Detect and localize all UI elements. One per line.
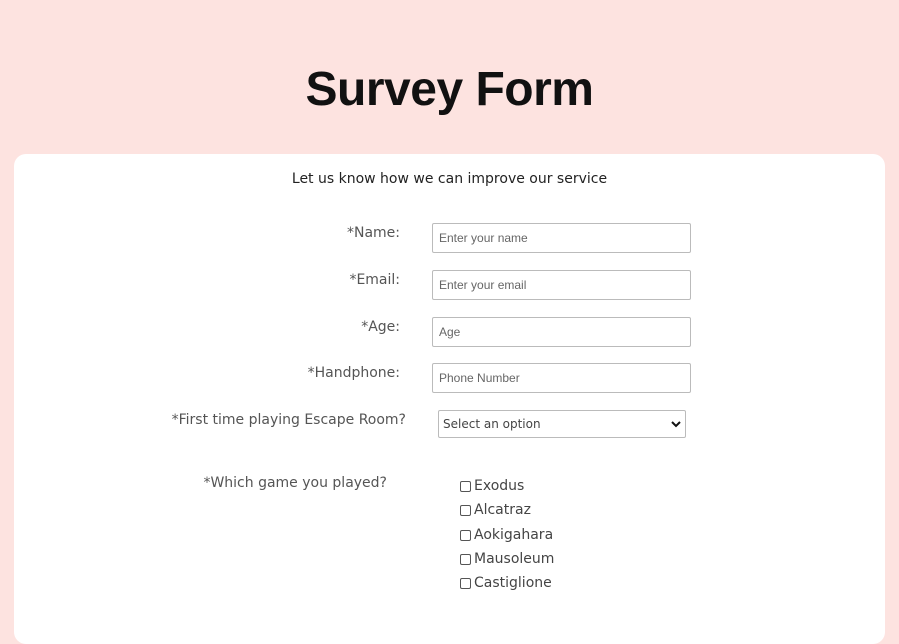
name-input[interactable]: [432, 223, 691, 253]
checkbox-alcatraz[interactable]: Alcatraz: [460, 502, 531, 518]
checkbox-castiglione[interactable]: Castiglione: [460, 575, 552, 591]
checkbox-aokigahara[interactable]: Aokigahara: [460, 527, 553, 543]
option-label: Exodus: [474, 478, 525, 494]
handphone-input[interactable]: [432, 363, 691, 393]
option-label: Alcatraz: [474, 502, 531, 518]
first-time-label: *First time playing Escape Room?: [171, 412, 406, 428]
chevron-down-icon: [671, 421, 681, 428]
checkbox-exodus[interactable]: Exodus: [460, 478, 524, 494]
option-label: Castiglione: [474, 575, 552, 591]
name-label: *Name:: [346, 225, 400, 241]
checkbox-icon[interactable]: [460, 577, 471, 589]
form-subtitle: Let us know how we can improve our servi…: [291, 171, 608, 187]
first-time-select[interactable]: Select an option: [438, 410, 686, 438]
checkbox-icon[interactable]: [460, 504, 471, 516]
handphone-label: *Handphone:: [307, 365, 400, 381]
checkbox-icon[interactable]: [460, 480, 471, 492]
checkbox-mausoleum[interactable]: Mausoleum: [460, 551, 554, 567]
age-label: *Age:: [361, 319, 400, 335]
age-input[interactable]: [432, 317, 691, 347]
checkbox-icon[interactable]: [460, 553, 471, 565]
select-value: Select an option: [443, 417, 541, 431]
option-label: Mausoleum: [474, 551, 555, 567]
email-input[interactable]: [432, 270, 691, 300]
page-title: Survey Form: [305, 63, 594, 116]
checkbox-icon[interactable]: [460, 529, 471, 541]
option-label: Aokigahara: [474, 527, 554, 543]
email-label: *Email:: [349, 272, 400, 288]
games-label: *Which game you played?: [203, 475, 387, 491]
